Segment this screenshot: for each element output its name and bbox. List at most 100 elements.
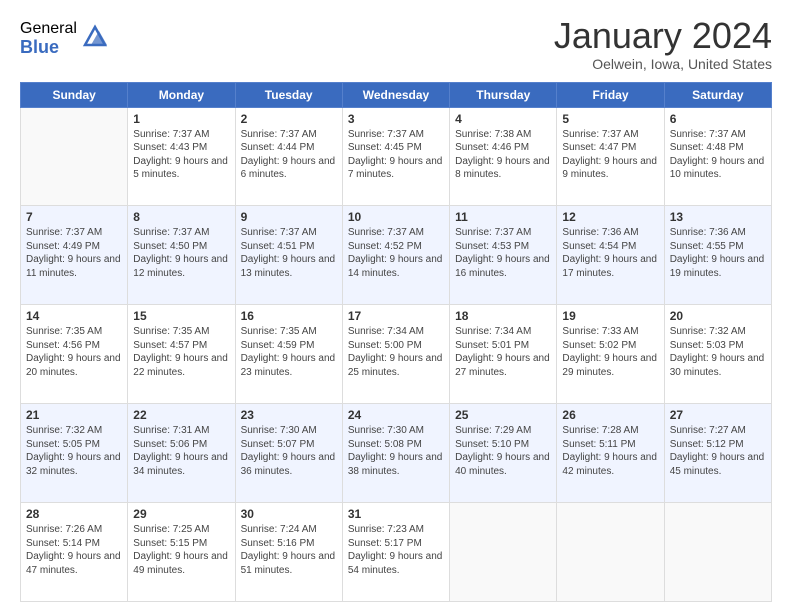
calendar-cell: 8Sunrise: 7:37 AMSunset: 4:50 PMDaylight…	[128, 206, 235, 305]
day-number: 30	[241, 507, 337, 521]
calendar-cell: 30 Sunrise: 7:24 AMSunset: 5:16 PMDayligh…	[235, 503, 342, 602]
day-number: 18	[455, 309, 551, 323]
calendar-cell	[664, 503, 771, 602]
day-number: 12	[562, 210, 658, 224]
day-info: Sunrise: 7:30 AMSunset: 5:07 PMDaylight:…	[241, 424, 337, 478]
calendar-cell: 26 Sunrise: 7:28 AMSunset: 5:11 PMDayligh…	[557, 404, 664, 503]
calendar-cell: 24 Sunrise: 7:30 AMSunset: 5:08 PMDayligh…	[342, 404, 449, 503]
calendar-header-tuesday: Tuesday	[235, 82, 342, 107]
day-number: 2	[241, 112, 337, 126]
day-info: Sunrise: 7:32 AMSunset: 5:03 PMDaylight:…	[670, 325, 766, 379]
calendar-cell	[450, 503, 557, 602]
calendar-cell: 21Sunrise: 7:32 AMSunset: 5:05 PMDayligh…	[21, 404, 128, 503]
day-info: Sunrise: 7:37 AMSunset: 4:50 PMDaylight:…	[133, 226, 229, 280]
calendar-header-row: SundayMondayTuesdayWednesdayThursdayFrid…	[21, 82, 772, 107]
day-info: Sunrise: 7:24 AMSunset: 5:16 PMDaylight:…	[241, 523, 337, 577]
calendar-cell: 10Sunrise: 7:37 AMSunset: 4:52 PMDayligh…	[342, 206, 449, 305]
day-number: 28	[26, 507, 122, 521]
logo-blue: Blue	[20, 38, 77, 58]
day-number: 4	[455, 112, 551, 126]
calendar-cell: 3 Sunrise: 7:37 AMSunset: 4:45 PMDaylight…	[342, 107, 449, 206]
logo: General Blue	[20, 20, 109, 57]
day-number: 3	[348, 112, 444, 126]
day-info: Sunrise: 7:37 AMSunset: 4:49 PMDaylight:…	[26, 226, 122, 280]
calendar-cell: 23Sunrise: 7:30 AMSunset: 5:07 PMDayligh…	[235, 404, 342, 503]
day-number: 22	[133, 408, 229, 422]
day-info: Sunrise: 7:28 AMSunset: 5:11 PMDaylight:…	[562, 424, 658, 478]
page: General Blue January 2024 Oelwein, Iowa,…	[0, 0, 792, 612]
calendar-cell: 27 Sunrise: 7:27 AMSunset: 5:12 PMDayligh…	[664, 404, 771, 503]
day-number: 20	[670, 309, 766, 323]
calendar-cell: 16 Sunrise: 7:35 AMSunset: 4:59 PMDayligh…	[235, 305, 342, 404]
day-info: Sunrise: 7:33 AMSunset: 5:02 PMDaylight:…	[562, 325, 658, 379]
day-info: Sunrise: 7:30 AMSunset: 5:08 PMDaylight:…	[348, 424, 444, 478]
day-number: 31	[348, 507, 444, 521]
day-info: Sunrise: 7:37 AMSunset: 4:53 PMDaylight:…	[455, 226, 551, 280]
logo-text: General Blue	[20, 20, 77, 57]
calendar-cell: 18Sunrise: 7:34 AMSunset: 5:01 PMDayligh…	[450, 305, 557, 404]
logo-icon	[81, 23, 109, 51]
day-info: Sunrise: 7:37 AMSunset: 4:48 PMDaylight:…	[670, 128, 766, 182]
day-number: 24	[348, 408, 444, 422]
day-number: 26	[562, 408, 658, 422]
main-title: January 2024	[554, 16, 772, 56]
day-info: Sunrise: 7:31 AMSunset: 5:06 PMDaylight:…	[133, 424, 229, 478]
day-info: Sunrise: 7:25 AMSunset: 5:15 PMDaylight:…	[133, 523, 229, 577]
day-info: Sunrise: 7:38 AMSunset: 4:46 PMDaylight:…	[455, 128, 551, 182]
calendar: SundayMondayTuesdayWednesdayThursdayFrid…	[20, 82, 772, 602]
subtitle: Oelwein, Iowa, United States	[554, 56, 772, 72]
day-info: Sunrise: 7:35 AMSunset: 4:59 PMDaylight:…	[241, 325, 337, 379]
calendar-cell: 9Sunrise: 7:37 AMSunset: 4:51 PMDaylight…	[235, 206, 342, 305]
calendar-cell: 25 Sunrise: 7:29 AMSunset: 5:10 PMDayligh…	[450, 404, 557, 503]
day-number: 1	[133, 112, 229, 126]
calendar-header-sunday: Sunday	[21, 82, 128, 107]
calendar-week-row: 28 Sunrise: 7:26 AMSunset: 5:14 PMDayligh…	[21, 503, 772, 602]
day-info: Sunrise: 7:37 AMSunset: 4:44 PMDaylight:…	[241, 128, 337, 182]
day-info: Sunrise: 7:26 AMSunset: 5:14 PMDaylight:…	[26, 523, 122, 577]
calendar-cell: 2 Sunrise: 7:37 AMSunset: 4:44 PMDaylight…	[235, 107, 342, 206]
day-info: Sunrise: 7:37 AMSunset: 4:45 PMDaylight:…	[348, 128, 444, 182]
calendar-week-row: 14 Sunrise: 7:35 AMSunset: 4:56 PMDayligh…	[21, 305, 772, 404]
day-info: Sunrise: 7:37 AMSunset: 4:51 PMDaylight:…	[241, 226, 337, 280]
calendar-cell: 20 Sunrise: 7:32 AMSunset: 5:03 PMDayligh…	[664, 305, 771, 404]
title-block: January 2024 Oelwein, Iowa, United State…	[554, 16, 772, 72]
day-number: 5	[562, 112, 658, 126]
calendar-week-row: 21Sunrise: 7:32 AMSunset: 5:05 PMDayligh…	[21, 404, 772, 503]
day-number: 11	[455, 210, 551, 224]
calendar-cell: 22 Sunrise: 7:31 AMSunset: 5:06 PMDayligh…	[128, 404, 235, 503]
day-number: 14	[26, 309, 122, 323]
day-number: 19	[562, 309, 658, 323]
day-number: 10	[348, 210, 444, 224]
day-info: Sunrise: 7:35 AMSunset: 4:57 PMDaylight:…	[133, 325, 229, 379]
day-number: 25	[455, 408, 551, 422]
day-info: Sunrise: 7:35 AMSunset: 4:56 PMDaylight:…	[26, 325, 122, 379]
day-info: Sunrise: 7:27 AMSunset: 5:12 PMDaylight:…	[670, 424, 766, 478]
day-number: 16	[241, 309, 337, 323]
calendar-header-saturday: Saturday	[664, 82, 771, 107]
calendar-cell: 28 Sunrise: 7:26 AMSunset: 5:14 PMDayligh…	[21, 503, 128, 602]
calendar-week-row: 7 Sunrise: 7:37 AMSunset: 4:49 PMDaylight…	[21, 206, 772, 305]
calendar-cell: 11 Sunrise: 7:37 AMSunset: 4:53 PMDayligh…	[450, 206, 557, 305]
day-number: 27	[670, 408, 766, 422]
calendar-cell: 19 Sunrise: 7:33 AMSunset: 5:02 PMDayligh…	[557, 305, 664, 404]
calendar-header-thursday: Thursday	[450, 82, 557, 107]
day-info: Sunrise: 7:37 AMSunset: 4:47 PMDaylight:…	[562, 128, 658, 182]
day-number: 13	[670, 210, 766, 224]
day-info: Sunrise: 7:36 AMSunset: 4:54 PMDaylight:…	[562, 226, 658, 280]
day-number: 7	[26, 210, 122, 224]
calendar-cell: 12 Sunrise: 7:36 AMSunset: 4:54 PMDayligh…	[557, 206, 664, 305]
calendar-header-monday: Monday	[128, 82, 235, 107]
calendar-cell: 31Sunrise: 7:23 AMSunset: 5:17 PMDayligh…	[342, 503, 449, 602]
day-number: 29	[133, 507, 229, 521]
calendar-cell: 4 Sunrise: 7:38 AMSunset: 4:46 PMDaylight…	[450, 107, 557, 206]
calendar-cell: 13Sunrise: 7:36 AMSunset: 4:55 PMDayligh…	[664, 206, 771, 305]
day-number: 15	[133, 309, 229, 323]
calendar-header-wednesday: Wednesday	[342, 82, 449, 107]
day-info: Sunrise: 7:29 AMSunset: 5:10 PMDaylight:…	[455, 424, 551, 478]
calendar-header-friday: Friday	[557, 82, 664, 107]
calendar-cell: 1Sunrise: 7:37 AMSunset: 4:43 PMDaylight…	[128, 107, 235, 206]
calendar-cell: 17Sunrise: 7:34 AMSunset: 5:00 PMDayligh…	[342, 305, 449, 404]
calendar-cell: 29 Sunrise: 7:25 AMSunset: 5:15 PMDayligh…	[128, 503, 235, 602]
calendar-cell	[557, 503, 664, 602]
day-number: 6	[670, 112, 766, 126]
